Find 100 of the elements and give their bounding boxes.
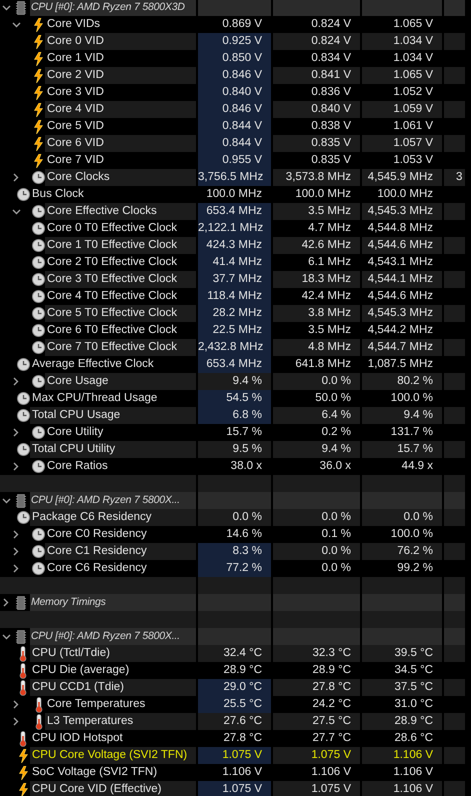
clock-icon: [16, 188, 30, 201]
sensor-label[interactable]: Core 0 VID: [45, 33, 196, 50]
sensor-label[interactable]: Core 2 VID: [45, 67, 196, 84]
chevron-right-icon[interactable]: [13, 547, 19, 556]
clock-icon: [32, 205, 45, 218]
chevron-down-icon[interactable]: [2, 4, 10, 10]
current-value: 3,756.5 MHz: [198, 169, 271, 186]
row-background: [444, 67, 465, 84]
row-background: [444, 645, 465, 662]
chevron-right-icon[interactable]: [13, 428, 19, 437]
sensor-label[interactable]: CPU Core Voltage (SVI2 TFN): [30, 747, 196, 764]
current-value: 54.5 %: [198, 390, 271, 407]
min-value: 0.0 %: [273, 543, 360, 560]
min-value: 0.835 V: [273, 135, 360, 152]
max-value: 76.2 %: [362, 543, 442, 560]
lightning-bolt-icon: [18, 766, 28, 780]
clock-icon: [32, 307, 45, 320]
current-value: 118.4 MHz: [198, 288, 271, 305]
sensor-label[interactable]: Core 4 VID: [45, 101, 196, 118]
row-background: [444, 305, 465, 322]
min-value: 0.841 V: [273, 67, 360, 84]
sensor-label[interactable]: Core 1 T0 Effective Clock: [45, 237, 196, 254]
chevron-right-icon[interactable]: [13, 717, 19, 726]
chevron-right-icon[interactable]: [3, 598, 9, 607]
max-value: 4,545.3 MHz: [362, 203, 442, 220]
min-value: 3.8 MHz: [273, 305, 360, 322]
sensor-label[interactable]: Core C1 Residency: [45, 543, 196, 560]
lightning-bolt-icon: [18, 748, 28, 762]
chevron-right-icon[interactable]: [13, 173, 19, 182]
min-value: 27.5 °C: [273, 713, 360, 730]
current-value: 0.844 V: [198, 118, 271, 135]
current-value: 653.4 MHz: [198, 356, 271, 373]
section-title[interactable]: CPU [#0]: AMD Ryzen 7 5800X...: [30, 492, 196, 509]
current-value: 0.955 V: [198, 152, 271, 169]
lightning-bolt-icon: [34, 34, 43, 48]
sensor-label[interactable]: Total CPU Utility: [30, 441, 196, 458]
current-value: 9.4 %: [198, 373, 271, 390]
chevron-down-icon[interactable]: [12, 22, 20, 28]
current-value: 77.2 %: [198, 560, 271, 577]
max-value: 4,545.9 MHz: [362, 169, 442, 186]
sensor-label[interactable]: Core 7 T0 Effective Clock: [45, 339, 196, 356]
min-value: 0.840 V: [273, 101, 360, 118]
clock-icon: [32, 171, 45, 184]
max-value: 1.057 V: [362, 135, 442, 152]
row-background: [444, 747, 465, 764]
sensor-label[interactable]: Core Clocks: [45, 169, 196, 186]
clock-icon: [32, 239, 45, 252]
sensor-label[interactable]: Package C6 Residency: [30, 509, 196, 526]
chevron-right-icon[interactable]: [13, 700, 19, 709]
chip-icon: [16, 596, 26, 610]
chevron-right-icon[interactable]: [13, 530, 19, 539]
min-value: 18.3 MHz: [273, 271, 360, 288]
current-value: 27.6 °C: [198, 713, 271, 730]
chevron-down-icon[interactable]: [12, 208, 20, 214]
chip-icon: [16, 494, 26, 508]
min-value: 1.075 V: [273, 747, 360, 764]
sensor-label[interactable]: Total CPU Usage: [30, 407, 196, 424]
row-background: [444, 475, 465, 492]
sensor-label[interactable]: Core Effective Clocks: [45, 203, 196, 220]
row-background: [444, 135, 465, 152]
clock-icon: [32, 375, 45, 388]
chevron-right-icon[interactable]: [13, 377, 19, 386]
clock-icon: [32, 545, 45, 558]
row-background: [444, 101, 465, 118]
max-value: 1.106 V: [362, 747, 442, 764]
max-value: 1.106 V: [362, 781, 442, 796]
sensor-label[interactable]: L3 Temperatures: [45, 713, 196, 730]
sensor-label[interactable]: CPU (Tctl/Tdie): [30, 645, 196, 662]
section-title[interactable]: CPU [#0]: AMD Ryzen 7 5800X3D: [30, 0, 196, 16]
header-background: [444, 628, 465, 645]
clock-icon: [32, 562, 45, 575]
chip-icon: [16, 0, 26, 14]
sensor-label[interactable]: Core Usage: [45, 373, 196, 390]
row-background: [444, 679, 465, 696]
section-title[interactable]: CPU [#0]: AMD Ryzen 7 5800X...: [30, 628, 196, 645]
current-value: 0.0 %: [198, 509, 271, 526]
sensor-label[interactable]: CPU CCD1 (Tdie): [30, 679, 196, 696]
sensor-label[interactable]: Core 5 T0 Effective Clock: [45, 305, 196, 322]
min-value: 0.824 V: [273, 33, 360, 50]
clock-icon: [16, 358, 30, 371]
row-background: [444, 441, 465, 458]
current-value: 22.5 MHz: [198, 322, 271, 339]
clock-icon: [16, 443, 30, 456]
chevron-down-icon[interactable]: [2, 634, 10, 640]
sensor-label[interactable]: Core 6 VID: [45, 135, 196, 152]
row-background: [444, 781, 465, 796]
row-background: [444, 271, 465, 288]
section-title[interactable]: Memory Timings: [30, 594, 196, 611]
max-value: 1.059 V: [362, 101, 442, 118]
header-background: [444, 492, 465, 509]
max-value: 1.065 V: [362, 67, 442, 84]
chevron-down-icon[interactable]: [2, 498, 10, 504]
chevron-right-icon[interactable]: [13, 564, 19, 573]
min-value: 0.0 %: [273, 373, 360, 390]
sensor-label[interactable]: Core 3 T0 Effective Clock: [45, 271, 196, 288]
sensor-label[interactable]: CPU Core VID (Effective): [30, 781, 196, 796]
chevron-right-icon[interactable]: [13, 462, 19, 471]
max-value: 4,544.1 MHz: [362, 271, 442, 288]
max-value: 4,544.7 MHz: [362, 339, 442, 356]
max-value: 9.4 %: [362, 407, 442, 424]
